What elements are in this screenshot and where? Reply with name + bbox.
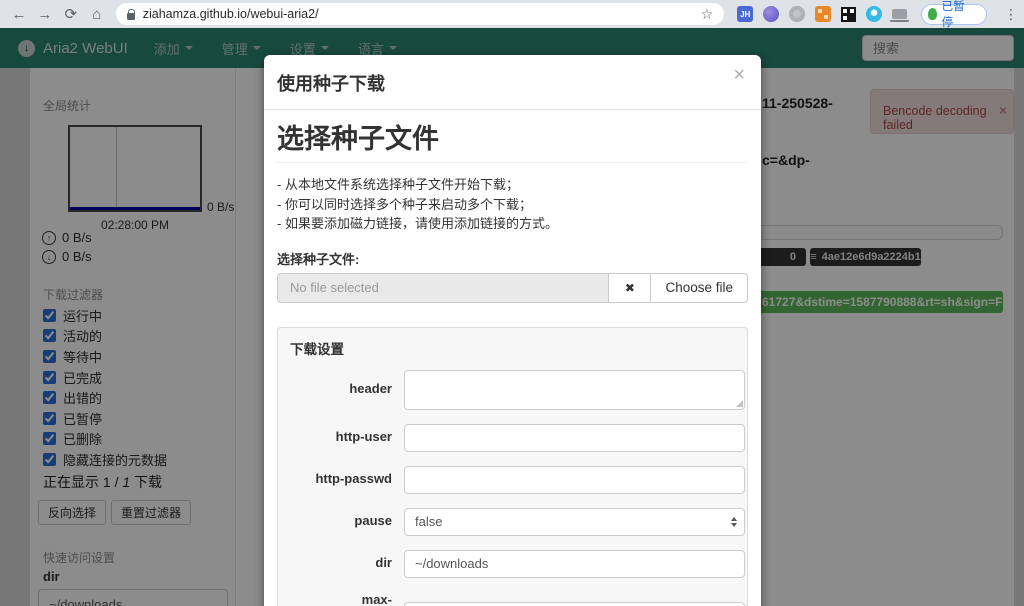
globe-extension-icon[interactable] <box>763 6 780 22</box>
settings-form: header http-user http-passwd pause false dir m… <box>290 369 745 606</box>
setting-row-http-user: http-user <box>290 423 745 452</box>
file-input-group: ✖ Choose file <box>277 272 748 303</box>
bookmark-star-icon[interactable]: ☆ <box>701 6 714 23</box>
extensions-bar: JH 已暂停 ⋮ <box>737 1 1018 29</box>
home-icon[interactable]: ⌂ <box>84 6 110 23</box>
lock-icon <box>126 8 135 20</box>
setting-label: http-user <box>335 429 392 445</box>
qr-extension-icon[interactable] <box>840 6 856 22</box>
browser-menu-icon[interactable]: ⋮ <box>1004 6 1018 23</box>
choose-file-button[interactable]: Choose file <box>650 272 748 303</box>
instruction-line: - 你可以同时选择多个种子来启动多个下载； <box>277 196 532 212</box>
url-text[interactable]: ziahamza.github.io/webui-aria2/ <box>143 7 701 21</box>
gear-extension-icon[interactable] <box>789 6 805 22</box>
dir-input[interactable] <box>404 549 745 578</box>
instructions: - 从本地文件系统选择种子文件开始下载； - 你可以同时选择多个种子来启动多个下… <box>277 175 748 234</box>
header-textarea[interactable] <box>404 369 745 410</box>
orange-extension-icon[interactable] <box>815 6 831 22</box>
reload-icon[interactable]: ⟳ <box>58 5 84 23</box>
settings-title: 下载设置 <box>290 341 344 357</box>
resize-grip-icon[interactable] <box>736 399 743 407</box>
setting-label: header <box>349 381 392 397</box>
file-select-label: 选择种子文件: <box>277 251 360 267</box>
select-arrows-icon <box>731 516 737 527</box>
file-name-field <box>277 272 609 303</box>
paused-extension-badge[interactable]: 已暂停 <box>920 1 987 29</box>
download-settings-panel: 下载设置 header http-user http-passwd pause fals… <box>277 326 748 606</box>
clear-file-button[interactable]: ✖ <box>608 272 651 303</box>
modal-close-icon[interactable]: × <box>733 64 745 87</box>
bulb-icon <box>927 8 937 20</box>
setting-label: http-passwd <box>315 471 392 487</box>
laptop-extension-icon[interactable] <box>889 9 909 22</box>
modal-header: 使用种子下载 × <box>264 55 761 110</box>
setting-row-dir: dir <box>290 549 745 578</box>
modal-title: 使用种子下载 <box>277 74 385 94</box>
setting-row-pause: pause false <box>290 507 745 536</box>
setting-row-header: header <box>290 369 745 410</box>
chat-extension-icon[interactable] <box>865 6 882 22</box>
http-passwd-input[interactable] <box>404 465 745 494</box>
setting-row-max-connection-per-server: max-connection-per-server <box>290 592 745 606</box>
pause-select[interactable]: false <box>404 507 745 536</box>
setting-label: pause <box>354 513 392 529</box>
browser-chrome: ← → ⟳ ⌂ ziahamza.github.io/webui-aria2/ … <box>0 0 1024 29</box>
screen: ← → ⟳ ⌂ ziahamza.github.io/webui-aria2/ … <box>0 0 1024 606</box>
paused-badge-label: 已暂停 <box>941 1 965 29</box>
jh-extension-icon[interactable]: JH <box>737 6 754 22</box>
modal-body: 选择种子文件 - 从本地文件系统选择种子文件开始下载； - 你可以同时选择多个种… <box>264 110 761 606</box>
setting-label: max-connection-per-server <box>361 591 392 606</box>
forward-icon[interactable]: → <box>32 6 58 23</box>
instruction-line: - 如果要添加磁力链接，请使用添加链接的方式。 <box>277 216 558 231</box>
section-title: 选择种子文件 <box>277 122 748 163</box>
webui-page: ↓ Aria2 WebUI 添加管理设置语言 全局统计 0 B/s 02:28:… <box>0 28 1024 606</box>
setting-row-http-passwd: http-passwd <box>290 465 745 494</box>
http-user-input[interactable] <box>404 423 745 452</box>
address-bar[interactable]: ziahamza.github.io/webui-aria2/ ☆ <box>115 3 725 25</box>
instruction-line: - 从本地文件系统选择种子文件开始下载； <box>277 177 519 192</box>
back-icon[interactable]: ← <box>6 6 32 23</box>
setting-label: dir <box>375 555 392 571</box>
torrent-modal: 使用种子下载 × 选择种子文件 - 从本地文件系统选择种子文件开始下载； - 你… <box>264 55 761 606</box>
max-connection-per-server-input[interactable] <box>404 601 745 606</box>
